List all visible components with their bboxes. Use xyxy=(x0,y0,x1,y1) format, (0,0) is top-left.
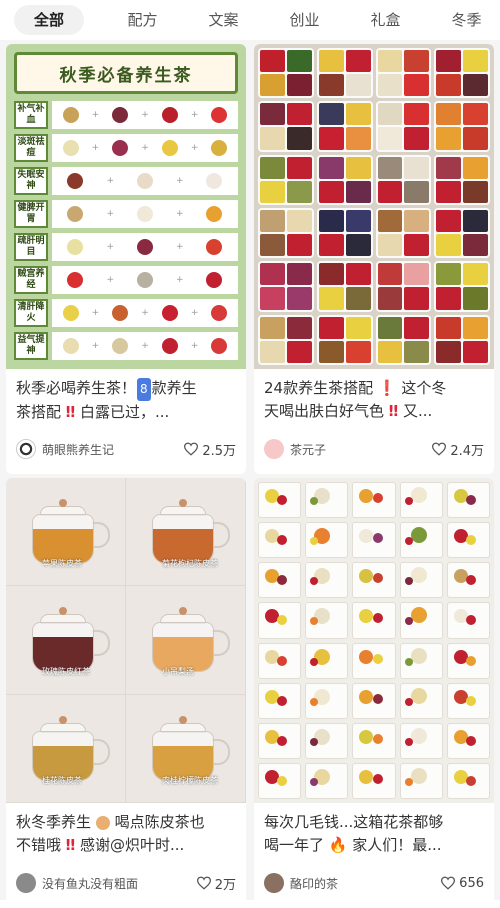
avatar[interactable] xyxy=(264,439,284,459)
infographic-row-label: 益气提神 xyxy=(14,332,48,360)
note-meta: 茶元子 2.4万 xyxy=(264,437,484,461)
note-card[interactable]: 苹果陈皮茶 菊花枸杞陈皮茶 玫瑰陈皮红茶 小吊梨汤 桂花陈皮茶 肉桂柠檬陈皮茶 … xyxy=(6,478,246,908)
like-count: 656 xyxy=(459,875,484,891)
note-card[interactable]: 每次几毛钱...这箱花茶都够 喝一年了 🔥 家人们！最... 酪印的茶 656 xyxy=(254,478,494,908)
avatar[interactable] xyxy=(16,439,36,459)
infographic-row-label: 失眠安神 xyxy=(14,167,48,195)
note-meta: 没有鱼丸没有粗面 2万 xyxy=(16,871,236,895)
like-button[interactable]: 2.4万 xyxy=(431,440,484,459)
infographic-row-label: 补气补血 xyxy=(14,101,48,129)
like-button[interactable]: 656 xyxy=(440,876,484,891)
note-title[interactable]: 每次几毛钱...这箱花茶都够 喝一年了 🔥 家人们！最... xyxy=(264,811,486,857)
tea-box-grid xyxy=(254,44,494,369)
avatar[interactable] xyxy=(264,873,284,893)
note-title-text: 秋季必喝养生茶！ xyxy=(16,379,137,397)
note-title-text: 款养生 xyxy=(151,379,197,397)
like-button[interactable]: 2万 xyxy=(196,874,236,893)
teapot-label: 小吊梨汤 xyxy=(162,667,194,677)
infographic-rows: 补气补血 + + + 淡斑祛痘 + + + 失眠安神 + + 健脾开胃 + + 疏肝明目 + + 贼宫养… xyxy=(14,100,238,361)
note-title-text: 24款养生茶搭配 xyxy=(264,379,374,397)
note-title-text: 这个冬 xyxy=(401,379,447,397)
avatar[interactable] xyxy=(16,873,36,893)
exclamation-emoji: ‼ xyxy=(65,836,76,854)
like-count: 2.4万 xyxy=(450,443,484,459)
note-card[interactable]: 秋季必备养生茶 补气补血 + + + 淡斑祛痘 + + + 失眠安神 + + 健脾开胃 + + 疏肝… xyxy=(6,44,246,474)
note-cover-image[interactable]: 苹果陈皮茶 菊花枸杞陈皮茶 玫瑰陈皮红茶 小吊梨汤 桂花陈皮茶 肉桂柠檬陈皮茶 xyxy=(6,478,246,803)
note-meta: 酪印的茶 656 xyxy=(264,871,484,895)
tab-winter[interactable]: 冬季 xyxy=(426,5,500,35)
note-title-text: 每次几毛钱...这箱花茶都够 xyxy=(264,813,444,831)
tab-all[interactable]: 全部 xyxy=(14,5,84,35)
tab-gift-box[interactable]: 礼盒 xyxy=(345,5,426,35)
note-title[interactable]: 秋冬季养生 喝点陈皮茶也 不错哦 ‼ 感谢@炽叶时... xyxy=(16,811,238,857)
note-title-text: 茶搭配 xyxy=(16,403,62,421)
infographic-row-label: 健脾开胃 xyxy=(14,200,48,228)
heart-outline-icon xyxy=(441,876,456,890)
tab-business[interactable]: 创业 xyxy=(264,5,345,35)
teapot-grid: 苹果陈皮茶 菊花枸杞陈皮茶 玫瑰陈皮红茶 小吊梨汤 桂花陈皮茶 肉桂柠檬陈皮茶 xyxy=(6,478,246,803)
note-title-text: 秋冬季养生 xyxy=(16,813,92,831)
teapot-label: 苹果陈皮茶 xyxy=(42,559,82,568)
note-title-text: 天喝出肤白好气色 xyxy=(264,402,385,420)
teapot-label: 桂花陈皮茶 xyxy=(42,775,82,785)
heart-outline-icon xyxy=(184,442,199,456)
author-name[interactable]: 酪印的茶 xyxy=(290,875,440,892)
number-badge-emoji: 8 xyxy=(137,378,151,401)
teapot-label: 玫瑰陈皮红茶 xyxy=(42,667,90,677)
heart-outline-icon xyxy=(432,442,447,456)
category-tab-bar: 全部 配方 文案 创业 礼盒 冬季 xyxy=(0,0,500,40)
like-count: 2万 xyxy=(214,877,236,893)
note-feed: 秋季必备养生茶 补气补血 + + + 淡斑祛痘 + + + 失眠安神 + + 健脾开胃 + + 疏肝… xyxy=(0,40,500,908)
like-button[interactable]: 2.5万 xyxy=(183,440,236,459)
teapot-label: 肉桂柠檬陈皮茶 xyxy=(162,775,218,785)
note-title-text: 又... xyxy=(402,402,433,420)
exclamation-emoji: ‼ xyxy=(388,402,399,420)
infographic-row-label: 疏肝明目 xyxy=(14,233,48,261)
exclamation-emoji: ‼ xyxy=(65,403,76,421)
infographic-row-label: 贼宫养经 xyxy=(14,266,48,294)
note-title-text: 白露已过，... xyxy=(79,403,170,421)
author-name[interactable]: 茶元子 xyxy=(290,441,431,458)
tab-copywriting[interactable]: 文案 xyxy=(183,5,264,35)
fire-emoji: 🔥 xyxy=(328,836,348,854)
person-emoji xyxy=(95,815,110,830)
note-title[interactable]: 24款养生茶搭配 ❗ 这个冬 天喝出肤白好气色 ‼ 又... xyxy=(264,377,486,423)
tab-recipes[interactable]: 配方 xyxy=(102,5,183,35)
note-title[interactable]: 秋季必喝养生茶！ 8 款养生 茶搭配 ‼ 白露已过，... xyxy=(16,377,238,423)
note-title-text: 喝一年了 xyxy=(264,836,325,854)
note-title-text: 感谢@炽叶时... xyxy=(79,836,185,854)
heart-outline-icon xyxy=(196,876,211,890)
note-cover-image[interactable]: 秋季必备养生茶 补气补血 + + + 淡斑祛痘 + + + 失眠安神 + + 健脾开胃 + + 疏肝… xyxy=(6,44,246,369)
note-cover-image[interactable] xyxy=(254,478,494,803)
infographic-row-label: 清肝降火 xyxy=(14,299,48,327)
author-name[interactable]: 萌眼熊养生记 xyxy=(42,441,183,458)
note-card[interactable]: 24款养生茶搭配 ❗ 这个冬 天喝出肤白好气色 ‼ 又... 茶元子 2.4万 xyxy=(254,44,494,474)
note-title-text: 家人们！最... xyxy=(352,836,442,854)
like-count: 2.5万 xyxy=(202,443,236,459)
tea-sachet-grid xyxy=(254,478,494,803)
teapot-label: 菊花枸杞陈皮茶 xyxy=(162,559,218,568)
note-cover-image[interactable] xyxy=(254,44,494,369)
author-name[interactable]: 没有鱼丸没有粗面 xyxy=(42,875,196,892)
note-meta: 萌眼熊养生记 2.5万 xyxy=(16,437,236,461)
note-title-text: 不错哦 xyxy=(16,836,62,854)
infographic-row-label: 淡斑祛痘 xyxy=(14,134,48,162)
exclamation-emoji: ❗ xyxy=(377,379,397,397)
note-title-text: 喝点陈皮茶也 xyxy=(114,813,205,831)
infographic-banner: 秋季必备养生茶 xyxy=(14,52,238,94)
